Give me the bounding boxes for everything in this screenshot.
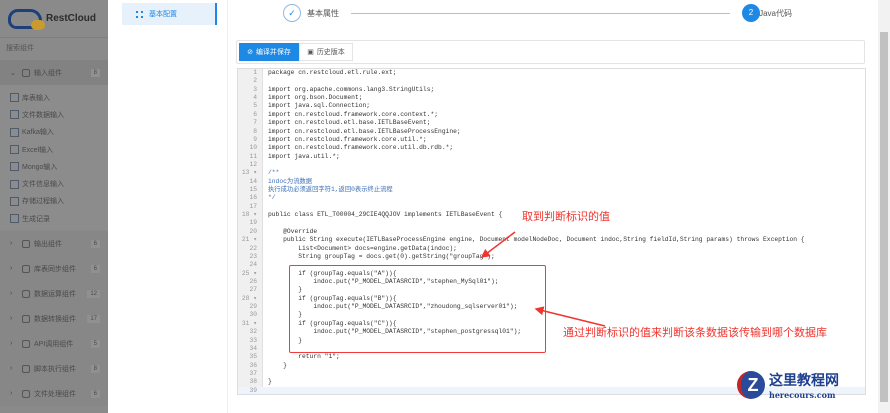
page-scrollbar[interactable]: [878, 0, 890, 413]
watermark-url: herecours.com: [769, 390, 836, 400]
arrow-top: [480, 231, 516, 258]
watermark-title: 这里教程网: [769, 373, 839, 389]
arrow-bottom: [534, 306, 606, 327]
annotation-arrows: [480, 231, 606, 327]
watermark: Z 这里教程网 herecours.com: [737, 370, 839, 400]
scrollbar-thumb[interactable]: [880, 32, 888, 402]
watermark-logo-icon: Z: [737, 371, 765, 399]
